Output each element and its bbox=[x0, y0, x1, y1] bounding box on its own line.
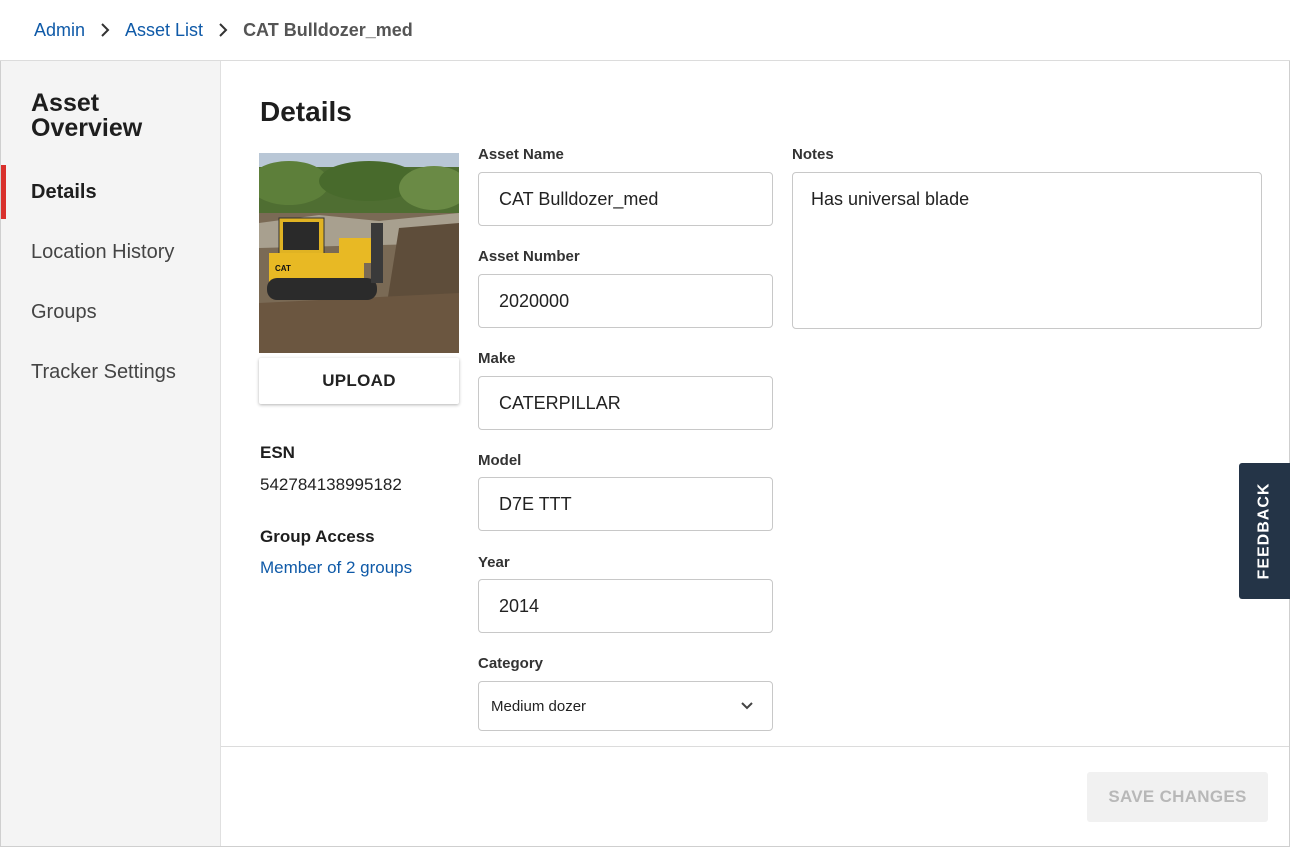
category-label: Category bbox=[478, 655, 544, 672]
asset-name-label: Asset Name bbox=[478, 146, 564, 163]
asset-number-label: Asset Number bbox=[478, 248, 580, 265]
sidebar-item-location-history[interactable]: Location History bbox=[1, 225, 220, 279]
page-title: Details bbox=[260, 96, 352, 127]
svg-text:CAT: CAT bbox=[275, 264, 291, 273]
sidebar-item-tracker-settings[interactable]: Tracker Settings bbox=[1, 345, 220, 399]
category-select[interactable]: Medium dozer bbox=[478, 681, 773, 731]
sidebar: Asset Overview Details Location History … bbox=[1, 61, 221, 846]
chevron-right-icon bbox=[85, 23, 125, 37]
group-access-link[interactable]: Member of 2 groups bbox=[260, 558, 412, 578]
feedback-tab[interactable]: FEEDBACK bbox=[1239, 463, 1290, 599]
category-selected-value: Medium dozer bbox=[491, 697, 587, 715]
asset-name-field[interactable] bbox=[478, 172, 773, 226]
save-changes-button[interactable]: SAVE CHANGES bbox=[1087, 772, 1268, 822]
feedback-label: FEEDBACK bbox=[1255, 482, 1273, 580]
footer-divider bbox=[221, 746, 1289, 747]
chevron-down-icon bbox=[741, 702, 753, 710]
make-field[interactable] bbox=[478, 376, 773, 430]
esn-value: 542784138995182 bbox=[260, 475, 402, 494]
asset-number-field[interactable] bbox=[478, 274, 773, 328]
group-access-label: Group Access bbox=[260, 527, 375, 546]
sidebar-item-details[interactable]: Details bbox=[1, 165, 220, 219]
breadcrumb: Admin Asset List CAT Bulldozer_med bbox=[0, 0, 1290, 61]
asset-photo: CAT bbox=[259, 153, 459, 353]
year-label: Year bbox=[478, 554, 510, 571]
model-field[interactable] bbox=[478, 477, 773, 531]
breadcrumb-admin-link[interactable]: Admin bbox=[34, 20, 85, 41]
chevron-right-icon bbox=[203, 23, 243, 37]
make-label: Make bbox=[478, 350, 516, 367]
notes-textarea[interactable]: Has universal blade bbox=[792, 172, 1262, 329]
sidebar-title: Asset Overview bbox=[31, 89, 143, 142]
year-field[interactable] bbox=[478, 579, 773, 633]
sidebar-item-groups[interactable]: Groups bbox=[1, 285, 220, 339]
esn-label: ESN bbox=[260, 443, 295, 462]
notes-label: Notes bbox=[792, 146, 834, 163]
model-label: Model bbox=[478, 452, 522, 469]
upload-button[interactable]: UPLOAD bbox=[259, 358, 459, 404]
breadcrumb-current: CAT Bulldozer_med bbox=[243, 19, 413, 40]
breadcrumb-asset-list-link[interactable]: Asset List bbox=[125, 20, 203, 41]
